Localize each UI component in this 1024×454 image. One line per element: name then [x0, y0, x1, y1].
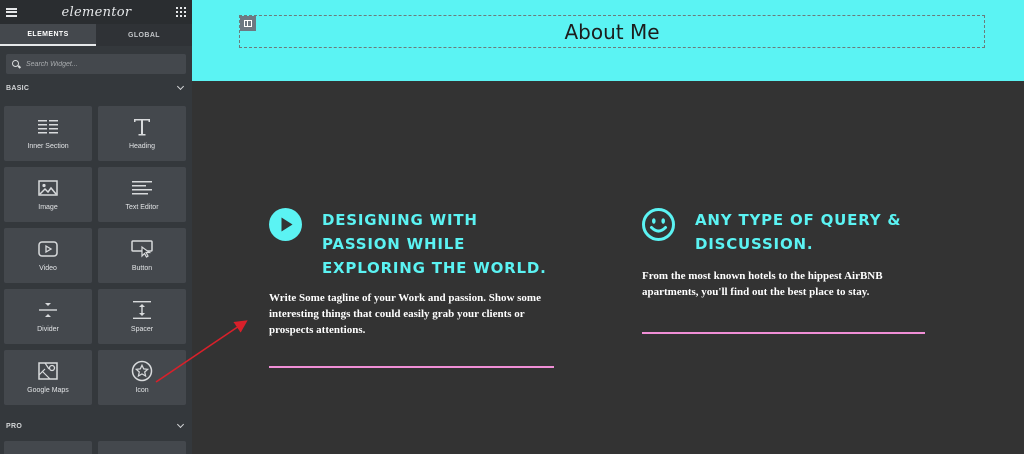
- widget-image[interactable]: Image: [4, 167, 92, 222]
- hamburger-menu-icon[interactable]: [6, 7, 17, 17]
- star-icon: [131, 360, 153, 382]
- feature-description: Write Some tagline of your Work and pass…: [269, 292, 541, 336]
- chevron-down-icon: [176, 82, 185, 91]
- chevron-down-icon: [176, 420, 185, 429]
- widget-button[interactable]: Button: [98, 228, 186, 283]
- category-pro[interactable]: PRO: [0, 419, 192, 433]
- widget-label: Heading: [128, 143, 156, 150]
- editor-canvas: About Me DESIGNING WITH PASSION WHILE EX…: [192, 0, 1024, 454]
- widget-label: Icon: [135, 387, 149, 394]
- panel-tabs: ELEMENTS GLOBAL: [0, 24, 192, 46]
- widget-label: Spacer: [130, 326, 154, 333]
- divider-icon: [37, 300, 59, 320]
- hero-section: About Me: [192, 0, 1024, 81]
- search-icon: [12, 59, 21, 69]
- pro-widget[interactable]: [98, 441, 186, 454]
- button-icon: [131, 239, 153, 259]
- pro-widget-grid: [0, 433, 192, 454]
- feature-title: ANY TYPE OF QUERY & DISCUSSION.: [695, 211, 902, 253]
- text-editor-icon: [131, 178, 153, 198]
- smile-icon: [642, 208, 675, 241]
- feature-box-passion: DESIGNING WITH PASSION WHILE EXPLORING T…: [269, 208, 554, 368]
- inner-section-icon: [37, 117, 59, 137]
- widget-divider[interactable]: Divider: [4, 289, 92, 344]
- widget-search: [6, 54, 186, 74]
- widget-grid: Inner Section Heading Image Text Editor …: [0, 95, 192, 405]
- category-basic[interactable]: BASIC: [0, 81, 192, 95]
- widget-label: Google Maps: [27, 387, 69, 394]
- widget-label: Button: [131, 265, 153, 272]
- feature-divider: [269, 366, 554, 368]
- video-icon: [37, 239, 59, 259]
- tab-elements[interactable]: ELEMENTS: [0, 24, 96, 46]
- feature-box-query: ANY TYPE OF QUERY & DISCUSSION. From the…: [642, 208, 927, 334]
- pro-widget[interactable]: [4, 441, 92, 454]
- elementor-panel: elementor ELEMENTS GLOBAL BASIC Inner Se…: [0, 0, 192, 454]
- search-input[interactable]: [26, 60, 166, 68]
- spacer-icon: [131, 300, 153, 320]
- tab-global[interactable]: GLOBAL: [96, 24, 192, 46]
- widget-label: Video: [39, 265, 57, 272]
- widget-text-editor[interactable]: Text Editor: [98, 167, 186, 222]
- widget-label: Text Editor: [125, 204, 159, 211]
- page-title: About Me: [564, 19, 660, 44]
- category-pro-label: PRO: [6, 422, 23, 430]
- widget-spacer[interactable]: Spacer: [98, 289, 186, 344]
- feature-divider: [642, 332, 925, 334]
- widget-heading[interactable]: Heading: [98, 106, 186, 161]
- widget-label: Divider: [37, 326, 59, 333]
- column-handle-icon[interactable]: [240, 16, 256, 31]
- feature-title: DESIGNING WITH PASSION WHILE EXPLORING T…: [322, 211, 547, 277]
- category-basic-label: BASIC: [6, 84, 30, 92]
- elementor-logo: elementor: [61, 4, 132, 20]
- panel-header: elementor: [0, 0, 192, 24]
- heading-icon: [131, 117, 153, 137]
- map-icon: [37, 361, 59, 381]
- widget-video[interactable]: Video: [4, 228, 92, 283]
- image-icon: [37, 178, 59, 198]
- heading-widget-outline[interactable]: About Me: [239, 15, 985, 48]
- widget-label: Image: [38, 204, 58, 211]
- widget-inner-section[interactable]: Inner Section: [4, 106, 92, 161]
- play-circle-icon: [269, 208, 302, 241]
- apps-grid-icon[interactable]: [176, 7, 186, 17]
- widget-icon[interactable]: Icon: [98, 350, 186, 405]
- widget-google-maps[interactable]: Google Maps: [4, 350, 92, 405]
- feature-description: From the most known hotels to the hippes…: [642, 270, 883, 298]
- widget-label: Inner Section: [27, 143, 69, 150]
